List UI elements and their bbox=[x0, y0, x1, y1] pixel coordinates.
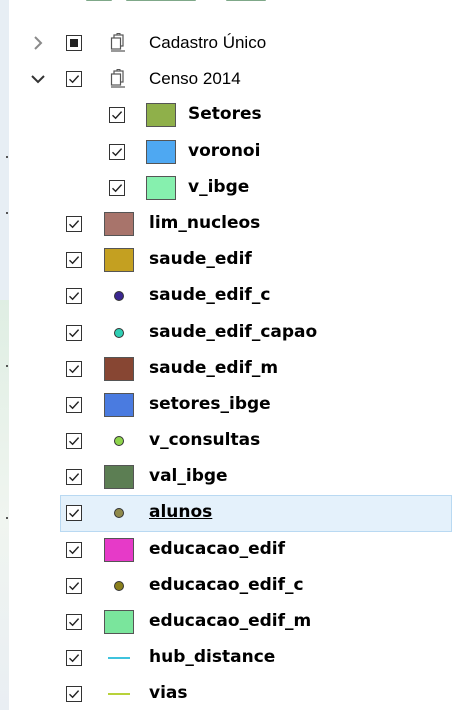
layer-label: val_ibge bbox=[149, 466, 228, 487]
layer-label: vias bbox=[149, 683, 188, 704]
layer-row[interactable]: lim_nucleos bbox=[0, 206, 452, 242]
visibility-checkbox[interactable] bbox=[66, 686, 82, 703]
group-label: Cadastro Único bbox=[149, 33, 267, 52]
polygon-symbol-icon bbox=[104, 248, 134, 273]
layer-row[interactable]: setores_ibge bbox=[0, 387, 452, 423]
line-symbol-icon bbox=[108, 693, 130, 696]
layer-row[interactable]: educacao_edif_m bbox=[0, 604, 452, 640]
layer-label: v_consultas bbox=[149, 430, 261, 451]
layer-row[interactable]: voronoi bbox=[0, 134, 452, 170]
layer-group-icon bbox=[108, 69, 128, 89]
visibility-checkbox[interactable] bbox=[66, 215, 82, 232]
polygon-symbol-icon bbox=[104, 356, 134, 381]
layer-row[interactable]: v_ibge bbox=[0, 170, 452, 206]
point-symbol-icon bbox=[114, 327, 124, 338]
layer-label: saude_edif_c bbox=[149, 285, 271, 306]
visibility-checkbox[interactable] bbox=[66, 288, 82, 305]
layer-row[interactable]: educacao_edif_c bbox=[0, 568, 452, 604]
visibility-checkbox[interactable] bbox=[66, 324, 82, 341]
layer-row[interactable]: saude_edif_m bbox=[0, 351, 452, 387]
collapse-arrow-icon[interactable] bbox=[30, 70, 46, 88]
layer-group-row[interactable]: Cadastro Único bbox=[0, 25, 452, 61]
layer-label: Setores bbox=[188, 104, 262, 125]
polygon-symbol-icon bbox=[104, 211, 134, 236]
layer-row[interactable]: v_consultas bbox=[0, 423, 452, 459]
layer-label: educacao_edif_m bbox=[149, 611, 312, 631]
visibility-checkbox[interactable] bbox=[66, 71, 82, 88]
expand-arrow-icon[interactable] bbox=[30, 34, 46, 52]
layer-row[interactable]: val_ibge bbox=[0, 459, 452, 495]
clipped-row-above bbox=[86, 0, 306, 6]
polygon-symbol-icon bbox=[104, 392, 134, 417]
line-symbol-icon bbox=[108, 657, 130, 660]
polygon-symbol-icon bbox=[146, 103, 176, 128]
visibility-checkbox[interactable] bbox=[66, 469, 82, 486]
layer-group-row[interactable]: Censo 2014 bbox=[0, 61, 452, 97]
polygon-symbol-icon bbox=[104, 610, 134, 634]
layers-tree: Cadastro Único Censo 2014 Setores voronoi v_… bbox=[0, 25, 452, 713]
layer-row[interactable]: saude_edif_capao bbox=[0, 315, 452, 351]
visibility-checkbox[interactable] bbox=[66, 252, 82, 269]
layer-row[interactable]: vias bbox=[0, 676, 452, 712]
layer-label: voronoi bbox=[188, 140, 261, 161]
layer-label: educacao_edif_c bbox=[149, 574, 304, 595]
layer-row[interactable]: Setores bbox=[0, 97, 452, 133]
visibility-checkbox[interactable] bbox=[66, 541, 82, 558]
visibility-checkbox[interactable] bbox=[109, 143, 125, 160]
layer-label: hub_distance bbox=[149, 647, 276, 668]
layer-label: setores_ibge bbox=[149, 393, 271, 414]
polygon-symbol-icon bbox=[146, 139, 176, 164]
layer-label: educacao_edif bbox=[149, 538, 285, 559]
polygon-symbol-icon bbox=[104, 537, 134, 562]
visibility-checkbox[interactable] bbox=[66, 396, 82, 413]
visibility-checkbox[interactable] bbox=[66, 505, 82, 522]
point-symbol-icon bbox=[114, 436, 124, 447]
layer-group-icon bbox=[108, 33, 128, 53]
visibility-checkbox[interactable] bbox=[66, 614, 82, 630]
layer-label: saude_edif_capao bbox=[149, 321, 318, 342]
visibility-checkbox[interactable] bbox=[109, 107, 125, 124]
polygon-symbol-icon bbox=[104, 465, 134, 490]
layer-row[interactable]: alunos bbox=[0, 495, 452, 532]
visibility-checkbox[interactable] bbox=[66, 650, 82, 667]
layer-label: alunos bbox=[149, 502, 213, 523]
visibility-checkbox[interactable] bbox=[66, 35, 82, 51]
layer-row[interactable]: hub_distance bbox=[0, 640, 452, 676]
group-label: Censo 2014 bbox=[149, 69, 241, 89]
layer-label: v_ibge bbox=[188, 176, 250, 197]
visibility-checkbox[interactable] bbox=[66, 360, 82, 377]
layer-row[interactable]: saude_edif_c bbox=[0, 278, 452, 314]
point-symbol-icon bbox=[114, 291, 124, 302]
visibility-checkbox[interactable] bbox=[66, 433, 82, 450]
layer-label: saude_edif bbox=[149, 249, 252, 270]
layer-label: saude_edif_m bbox=[149, 357, 279, 378]
point-symbol-icon bbox=[114, 580, 124, 591]
layer-row[interactable]: saude_edif bbox=[0, 242, 452, 278]
layer-label: lim_nucleos bbox=[149, 212, 261, 233]
visibility-checkbox[interactable] bbox=[66, 577, 82, 594]
polygon-symbol-icon bbox=[146, 175, 176, 200]
visibility-checkbox[interactable] bbox=[109, 179, 125, 196]
layer-row[interactable]: educacao_edif bbox=[0, 532, 452, 568]
